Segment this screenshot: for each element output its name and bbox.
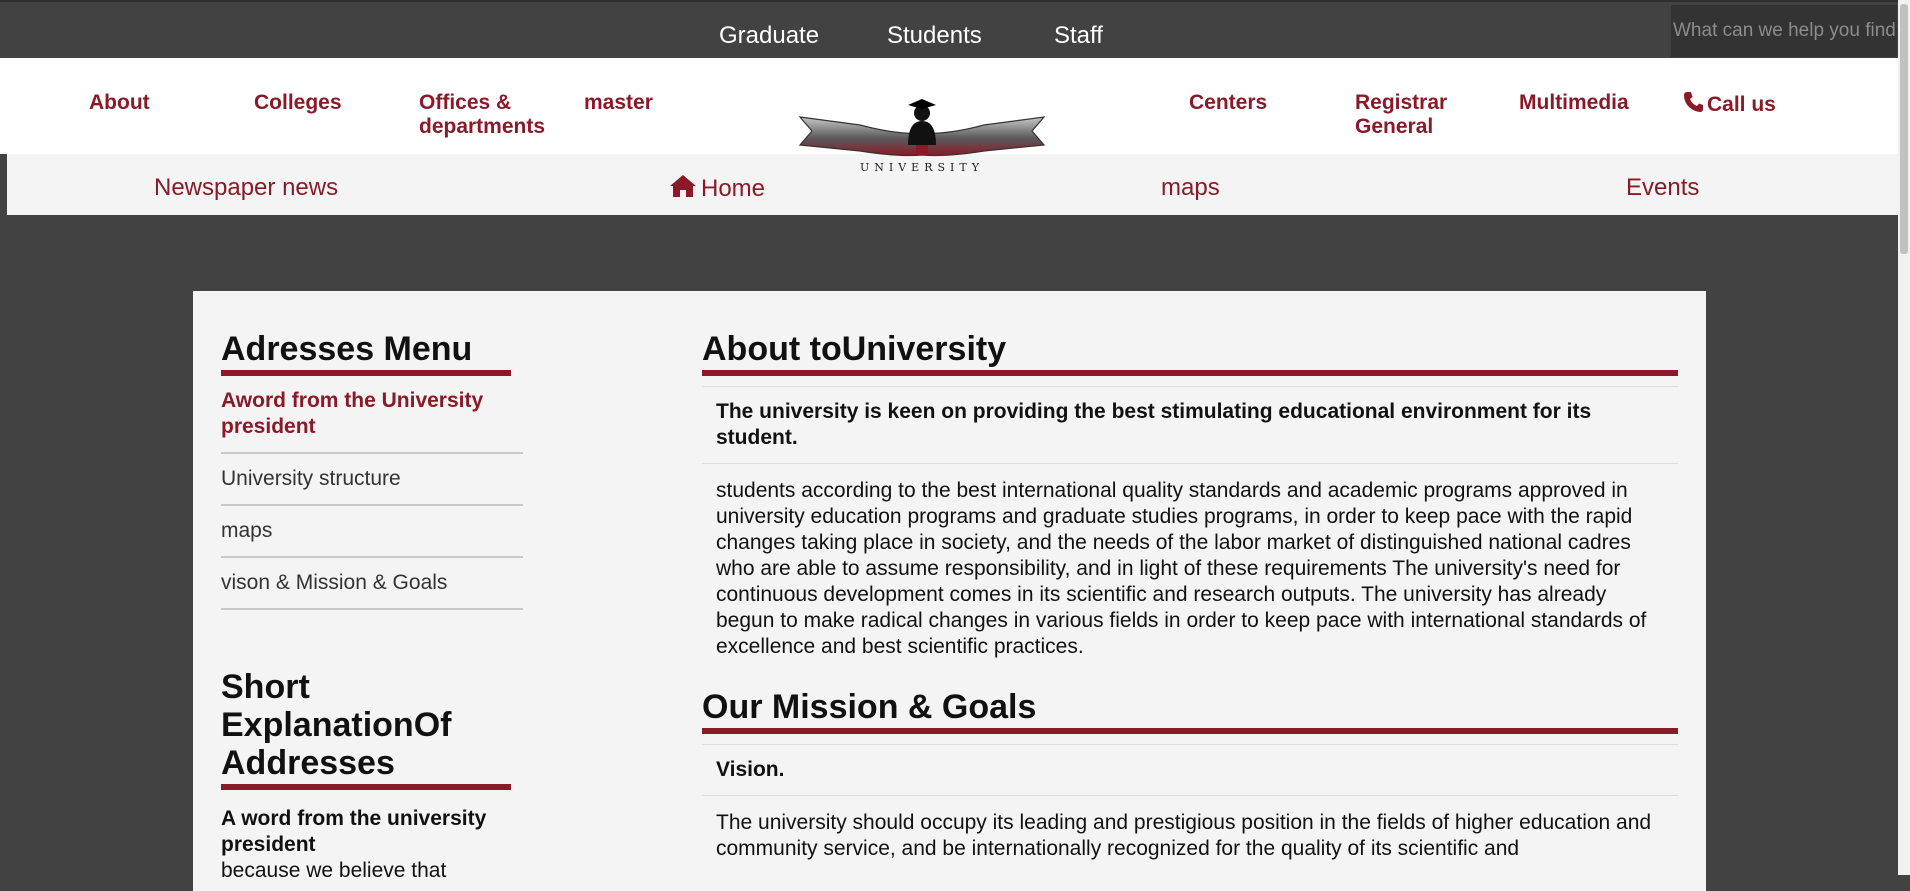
nav-centers[interactable]: Centers (1189, 91, 1267, 115)
topbar-link-students[interactable]: Students (887, 22, 982, 50)
scrollbar-thumb[interactable] (1900, 4, 1908, 254)
subnav-maps[interactable]: maps (1161, 174, 1220, 202)
top-bar: Graduate Students Staff (0, 0, 1898, 60)
page-title: About toUniversity (702, 330, 1678, 376)
topbar-link-graduate[interactable]: Graduate (719, 22, 819, 50)
nav-multimedia[interactable]: Multimedia (1519, 91, 1629, 115)
sidebar-menu: Aword from the University president Univ… (221, 388, 523, 610)
sidebar: Adresses Menu Aword from the University … (221, 330, 523, 884)
subnav-events[interactable]: Events (1626, 174, 1699, 202)
nav-about[interactable]: About (89, 91, 150, 115)
sidebar-item-vision-mission[interactable]: vison & Mission & Goals (221, 558, 523, 610)
nav-registrar-general[interactable]: Registrar General (1355, 91, 1447, 139)
section-title-mission: Our Mission & Goals (702, 688, 1678, 734)
sidebar-item-maps[interactable]: maps (221, 506, 523, 558)
search-input[interactable] (1671, 5, 1897, 57)
lead-text: The university is keen on providing the … (702, 386, 1678, 464)
subnav-newspaper-news[interactable]: Newspaper news (154, 174, 338, 202)
vision-paragraph: The university should occupy its leading… (716, 811, 1652, 860)
call-us-label: Call us (1707, 93, 1776, 116)
logo-text: UNIVERSITY (860, 161, 984, 174)
content-panel: Adresses Menu Aword from the University … (193, 291, 1706, 891)
vision-heading: Vision. (702, 744, 1678, 796)
page-scrollbar[interactable] (1898, 0, 1910, 875)
article-paragraph: students according to the best internati… (716, 479, 1647, 658)
home-label: Home (701, 175, 766, 202)
sidebar-item-university-structure[interactable]: University structure (221, 454, 523, 506)
home-icon (670, 175, 696, 197)
phone-icon (1684, 92, 1703, 112)
sidebar-title: Adresses Menu (221, 330, 511, 376)
nav-call-us[interactable]: Call us (1683, 91, 1776, 117)
sidebar-subheading: A word from the university president (221, 807, 487, 856)
nav-colleges[interactable]: Colleges (254, 91, 342, 115)
main-article: About toUniversity The university is kee… (702, 330, 1678, 876)
sidebar-title-explanation: Short ExplanationOf Addresses (221, 668, 511, 790)
sidebar-item-president-word[interactable]: Aword from the University president (221, 388, 523, 454)
topbar-link-staff[interactable]: Staff (1054, 22, 1103, 50)
university-logo[interactable]: UNIVERSITY (798, 95, 1046, 175)
subnav-home[interactable]: Home (669, 174, 765, 203)
nav-offices-departments[interactable]: Offices & departments (419, 91, 545, 139)
nav-master[interactable]: master (584, 91, 653, 115)
sidebar-text: because we believe that (221, 859, 447, 882)
